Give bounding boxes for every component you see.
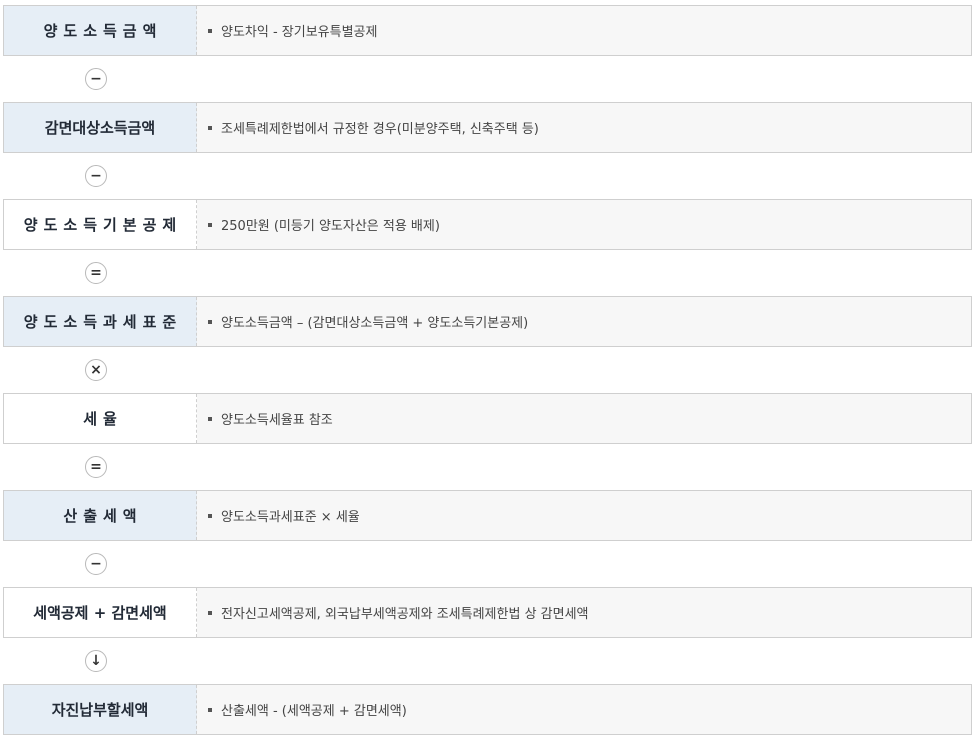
- row-label: 양도소득금액: [4, 6, 197, 55]
- row-label: 양도소득기본공제: [4, 200, 197, 249]
- bullet-icon: [208, 222, 212, 227]
- bullet-icon: [208, 28, 212, 33]
- bullet-icon: [208, 125, 212, 130]
- row-description: 조세특례제한법에서 규정한 경우(미분양주택, 신축주택 등): [197, 103, 971, 152]
- calc-row-calculated-tax: 산출세액 양도소득과세표준 × 세율: [3, 490, 972, 541]
- row-label: 양도소득과세표준: [4, 297, 197, 346]
- row-description-text: 양도소득세율표 참조: [221, 413, 333, 428]
- row-description-text: 양도소득금액 – (감면대상소득금액 + 양도소득기본공제): [221, 316, 529, 331]
- equals-icon: =: [85, 262, 107, 284]
- calc-row-capital-gains-income: 양도소득금액 양도차익 - 장기보유특별공제: [3, 5, 972, 56]
- row-label: 세율: [4, 394, 197, 443]
- multiply-icon: ×: [85, 359, 107, 381]
- bullet-icon: [208, 707, 212, 712]
- row-description-text: 산출세액 - (세액공제 + 감면세액): [221, 704, 407, 719]
- minus-icon: −: [85, 68, 107, 90]
- bullet-icon: [208, 319, 212, 324]
- calc-row-basic-deduction: 양도소득기본공제 250만원 (미등기 양도자산은 적용 배제): [3, 199, 972, 250]
- minus-icon: −: [85, 553, 107, 575]
- row-description: 전자신고세액공제, 외국납부세액공제와 조세특례제한법 상 감면세액: [197, 588, 971, 637]
- row-description: 양도소득세율표 참조: [197, 394, 971, 443]
- row-description: 양도소득금액 – (감면대상소득금액 + 양도소득기본공제): [197, 297, 971, 346]
- row-label: 자진납부할세액: [4, 685, 197, 734]
- row-description-text: 조세특례제한법에서 규정한 경우(미분양주택, 신축주택 등): [221, 122, 539, 137]
- row-label: 산출세액: [4, 491, 197, 540]
- row-description-text: 250만원 (미등기 양도자산은 적용 배제): [221, 219, 440, 234]
- row-label: 감면대상소득금액: [4, 103, 197, 152]
- row-description-text: 전자신고세액공제, 외국납부세액공제와 조세특례제한법 상 감면세액: [221, 607, 589, 622]
- equals-icon: =: [85, 456, 107, 478]
- calc-row-payable-tax: 자진납부할세액 산출세액 - (세액공제 + 감면세액): [3, 684, 972, 735]
- calc-row-tax-rate: 세율 양도소득세율표 참조: [3, 393, 972, 444]
- calc-row-tax-credit-reduction: 세액공제 + 감면세액 전자신고세액공제, 외국납부세액공제와 조세특례제한법 …: [3, 587, 972, 638]
- minus-icon: −: [85, 165, 107, 187]
- row-description-text: 양도소득과세표준 × 세율: [221, 510, 360, 525]
- row-description: 양도차익 - 장기보유특별공제: [197, 6, 971, 55]
- row-label: 세액공제 + 감면세액: [4, 588, 197, 637]
- row-description: 양도소득과세표준 × 세율: [197, 491, 971, 540]
- row-description: 250만원 (미등기 양도자산은 적용 배제): [197, 200, 971, 249]
- calc-row-reduction-target-income: 감면대상소득금액 조세특례제한법에서 규정한 경우(미분양주택, 신축주택 등): [3, 102, 972, 153]
- arrow-down-icon: ↓: [85, 650, 107, 672]
- row-description-text: 양도차익 - 장기보유특별공제: [221, 25, 378, 40]
- calc-row-tax-base: 양도소득과세표준 양도소득금액 – (감면대상소득금액 + 양도소득기본공제): [3, 296, 972, 347]
- row-description: 산출세액 - (세액공제 + 감면세액): [197, 685, 971, 734]
- bullet-icon: [208, 513, 212, 518]
- bullet-icon: [208, 416, 212, 421]
- bullet-icon: [208, 610, 212, 615]
